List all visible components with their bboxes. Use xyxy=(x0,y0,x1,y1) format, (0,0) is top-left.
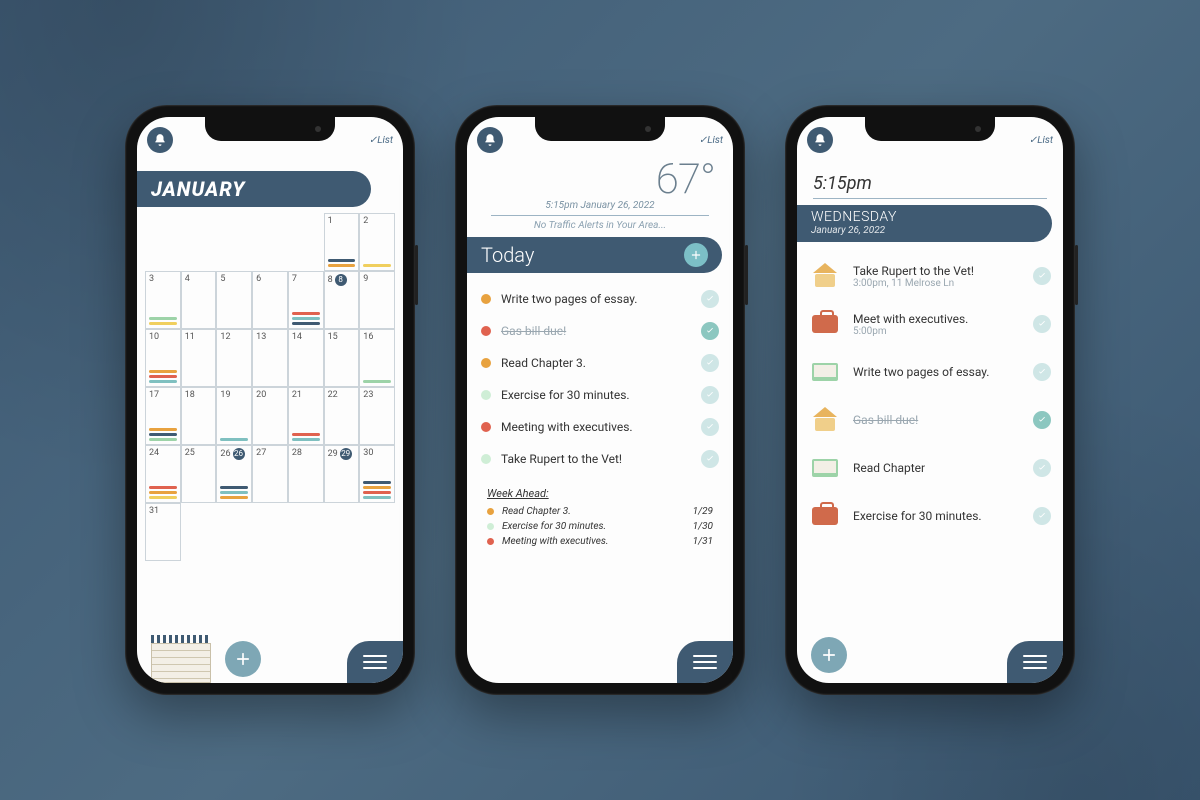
task-dot-icon xyxy=(481,358,491,368)
notifications-icon[interactable] xyxy=(147,127,173,153)
task-check-icon[interactable] xyxy=(701,290,719,308)
task-row[interactable]: Take Rupert to the Vet! xyxy=(481,443,719,475)
event-check-icon[interactable] xyxy=(1033,411,1051,429)
notepad-icon[interactable] xyxy=(151,635,211,683)
event-title: Take Rupert to the Vet! xyxy=(853,264,1021,278)
week-label: Exercise for 30 minutes. xyxy=(502,521,606,532)
current-time: 5:15pm xyxy=(797,153,1063,198)
event-title: Meet with executives. xyxy=(853,312,1021,326)
event-row[interactable]: Read Chapter xyxy=(809,444,1051,492)
brief-icon xyxy=(809,308,841,340)
task-label: Read Chapter 3. xyxy=(501,356,691,370)
house-icon xyxy=(809,404,841,436)
event-row[interactable]: Meet with executives.5:00pm xyxy=(809,300,1051,348)
event-title: Write two pages of essay. xyxy=(853,365,1021,379)
event-title: Gas bill due! xyxy=(853,413,1021,427)
task-dot-icon xyxy=(481,454,491,464)
week-item[interactable]: Meeting with executives. 1/31 xyxy=(467,534,733,549)
notifications-icon[interactable] xyxy=(477,127,503,153)
menu-button[interactable] xyxy=(677,641,733,683)
task-check-icon[interactable] xyxy=(701,322,719,340)
brand-label: ✓List xyxy=(1029,135,1053,146)
temperature: 67° xyxy=(467,153,733,204)
house-icon xyxy=(809,260,841,292)
event-row[interactable]: Take Rupert to the Vet!3:00pm, 11 Melros… xyxy=(809,252,1051,300)
event-check-icon[interactable] xyxy=(1033,267,1051,285)
day-date: January 26, 2022 xyxy=(811,225,1038,236)
notch xyxy=(535,117,665,141)
event-check-icon[interactable] xyxy=(1033,459,1051,477)
task-check-icon[interactable] xyxy=(701,418,719,436)
task-label: Exercise for 30 minutes. xyxy=(501,388,691,402)
week-ahead-label: Week Ahead: xyxy=(487,487,733,500)
task-label: Gas bill due! xyxy=(501,324,691,338)
phone-calendar: ✓List JANUARY 1 2 3 4 5 6 7 88 9 10 11 1… xyxy=(125,105,415,695)
event-row[interactable]: Gas bill due! xyxy=(809,396,1051,444)
add-event-button[interactable] xyxy=(811,637,847,673)
task-label: Write two pages of essay. xyxy=(501,292,691,306)
task-check-icon[interactable] xyxy=(701,354,719,372)
task-row[interactable]: Exercise for 30 minutes. xyxy=(481,379,719,411)
calendar-grid[interactable]: 1 2 3 4 5 6 7 88 9 10 11 12 13 14 15 16 … xyxy=(145,213,395,561)
week-item[interactable]: Read Chapter 3. 1/29 xyxy=(467,504,733,519)
event-subtitle: 5:00pm xyxy=(853,326,1021,337)
book-icon xyxy=(809,452,841,484)
week-dot-icon xyxy=(487,508,494,515)
add-button[interactable] xyxy=(225,641,261,677)
menu-button[interactable] xyxy=(347,641,403,683)
brand-label: ✓List xyxy=(369,135,393,146)
task-label: Take Rupert to the Vet! xyxy=(501,452,691,466)
book-icon xyxy=(809,356,841,388)
task-label: Meeting with executives. xyxy=(501,420,691,434)
week-date: 1/31 xyxy=(693,536,713,547)
add-task-button[interactable] xyxy=(684,243,708,267)
event-row[interactable]: Exercise for 30 minutes. xyxy=(809,492,1051,540)
week-dot-icon xyxy=(487,523,494,530)
task-dot-icon xyxy=(481,422,491,432)
today-header: Today xyxy=(467,237,722,273)
task-check-icon[interactable] xyxy=(701,450,719,468)
phone-day: ✓List 5:15pm WEDNESDAY January 26, 2022 … xyxy=(785,105,1075,695)
event-check-icon[interactable] xyxy=(1033,363,1051,381)
event-check-icon[interactable] xyxy=(1033,507,1051,525)
day-header: WEDNESDAY January 26, 2022 xyxy=(797,205,1052,242)
event-subtitle: 3:00pm, 11 Melrose Ln xyxy=(853,278,1021,289)
task-row[interactable]: Gas bill due! xyxy=(481,315,719,347)
task-row[interactable]: Read Chapter 3. xyxy=(481,347,719,379)
week-date: 1/29 xyxy=(693,506,713,517)
week-date: 1/30 xyxy=(693,521,713,532)
event-row[interactable]: Write two pages of essay. xyxy=(809,348,1051,396)
week-label: Read Chapter 3. xyxy=(502,506,571,517)
event-check-icon[interactable] xyxy=(1033,315,1051,333)
task-dot-icon xyxy=(481,294,491,304)
menu-button[interactable] xyxy=(1007,641,1063,683)
week-item[interactable]: Exercise for 30 minutes. 1/30 xyxy=(467,519,733,534)
task-row[interactable]: Write two pages of essay. xyxy=(481,283,719,315)
event-title: Exercise for 30 minutes. xyxy=(853,509,1021,523)
notifications-icon[interactable] xyxy=(807,127,833,153)
today-label: Today xyxy=(481,243,534,267)
day-name: WEDNESDAY xyxy=(811,209,1038,225)
task-list: Write two pages of essay. Gas bill due! … xyxy=(467,281,733,477)
week-dot-icon xyxy=(487,538,494,545)
task-dot-icon xyxy=(481,390,491,400)
brand-label: ✓List xyxy=(699,135,723,146)
brief-icon xyxy=(809,500,841,532)
phone-today: ✓List 67° 5:15pm January 26, 2022 No Tra… xyxy=(455,105,745,695)
week-list: Read Chapter 3. 1/29 Exercise for 30 min… xyxy=(467,504,733,549)
notch xyxy=(205,117,335,141)
event-title: Read Chapter xyxy=(853,461,1021,475)
task-dot-icon xyxy=(481,326,491,336)
event-list: Take Rupert to the Vet!3:00pm, 11 Melros… xyxy=(797,252,1063,540)
notch xyxy=(865,117,995,141)
task-check-icon[interactable] xyxy=(701,386,719,404)
task-row[interactable]: Meeting with executives. xyxy=(481,411,719,443)
month-header: JANUARY xyxy=(137,171,371,207)
traffic-alert: No Traffic Alerts in Your Area... xyxy=(467,220,733,231)
week-label: Meeting with executives. xyxy=(502,536,608,547)
